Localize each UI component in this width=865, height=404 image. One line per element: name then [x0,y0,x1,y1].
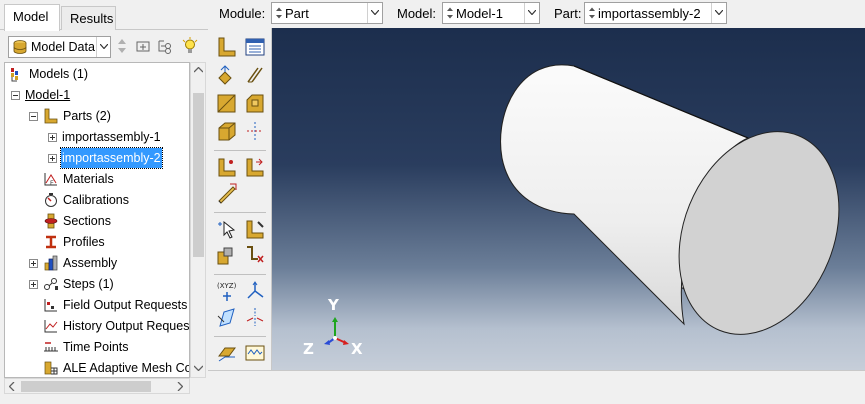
scroll-down-icon[interactable] [194,365,203,371]
spinner-icon[interactable] [588,6,596,20]
datum-plane-icon[interactable] [216,306,238,328]
ale-mesh-icon [44,361,58,375]
module-label: Module: [219,6,266,21]
expand-icon[interactable] [29,259,38,268]
tree-vertical-scrollbar[interactable] [190,62,206,378]
scroll-up-icon[interactable] [194,67,203,73]
virtual-topology-icon[interactable] [244,244,266,266]
expand-icon[interactable] [48,133,57,142]
palette-separator [214,274,266,275]
up-down-arrows-icon[interactable] [113,37,131,55]
shell-extrude-icon[interactable] [244,64,266,86]
expand-tree-icon[interactable] [156,37,174,55]
tree-tab-bar: Model Results [0,0,208,31]
set-manager-icon[interactable] [216,156,238,178]
wire-icon[interactable] [244,342,266,364]
calibrations-icon [45,193,57,207]
model-tree-panel: Model Results Model Data Models (1) Mode… [0,0,208,404]
module-select[interactable]: Part [271,2,383,24]
parts-icon [44,108,58,124]
tab-model[interactable]: Model [4,4,60,31]
create-part-icon[interactable] [216,36,238,58]
expand-icon[interactable] [29,280,38,289]
chevron-down-icon[interactable] [711,3,726,23]
tree-filter-value: Model Data [31,40,95,54]
filter-icon[interactable] [134,37,152,55]
materials-icon: E [44,173,57,187]
tree-filter-combo[interactable]: Model Data [8,36,111,58]
expand-icon[interactable] [48,154,57,163]
database-icon [13,40,27,54]
datum-point-icon[interactable]: (XYZ) [216,280,238,302]
chevron-down-icon[interactable] [367,3,382,23]
tab-results[interactable]: Results [61,6,116,30]
surface-manager-icon[interactable] [244,156,266,178]
triad-z-label: Z [303,340,314,358]
solid-extrude-icon[interactable] [216,64,238,86]
steps-icon [44,278,58,290]
tree-toolbar: Model Data [4,34,208,60]
part-label: Part: [554,6,582,21]
chevron-down-icon[interactable] [96,37,110,57]
cylinder-part-render: Y Z X [303,64,840,358]
scrollbar-thumb[interactable] [193,93,204,257]
blend-icon[interactable] [244,92,266,114]
scroll-right-icon[interactable] [177,382,183,391]
abaqus-cae-window: Model Results Model Data Models (1) Mode… [0,0,865,404]
partition-cell-icon[interactable] [216,120,238,142]
sections-icon [44,213,58,229]
profiles-icon [46,235,56,249]
part-manager-icon[interactable] [244,36,266,58]
palette-separator [214,150,266,151]
svg-text:(XYZ): (XYZ) [217,282,237,290]
repair-icon[interactable] [244,218,266,240]
model-tree: Models (1) Model-1 Parts (2) importassem… [4,62,190,378]
collapse-icon[interactable] [11,91,20,100]
collapse-icon[interactable] [29,112,38,121]
chevron-down-icon[interactable] [524,3,539,23]
triad-x-label: X [351,340,363,358]
attach-icon[interactable] [216,342,238,364]
scrollbar-thumb[interactable] [21,381,151,392]
palette-separator [214,336,266,337]
tree-horizontal-scrollbar[interactable] [4,378,190,394]
prompt-area [208,370,865,404]
query-icon[interactable] [216,218,238,240]
assembly-icon [44,255,58,271]
spinner-icon[interactable] [446,6,454,20]
triad-y-label: Y [327,296,340,314]
datum-csys-icon[interactable] [244,280,266,302]
history-output-icon [44,320,58,333]
lightbulb-icon[interactable] [181,37,199,55]
cut-extrude-icon[interactable] [216,92,238,114]
field-output-icon [44,299,57,312]
part-tool-palette: (XYZ) [208,28,272,370]
model-label: Model: [397,6,437,21]
svg-text:E: E [50,180,54,187]
context-bar: Module: Part Model: Model-1 Part: import… [208,0,865,28]
time-points-icon [44,342,58,352]
models-icon [11,68,18,82]
view-triad: Y Z X [303,296,363,358]
sketch-icon[interactable] [216,182,238,204]
spinner-icon[interactable] [275,6,283,20]
palette-separator [214,212,266,213]
graphics-viewport[interactable]: Y Z X [272,28,865,370]
part-select[interactable]: importassembly-2 [584,2,727,24]
scroll-left-icon[interactable] [9,382,15,391]
datum-axis-tool-icon[interactable] [244,306,266,328]
datum-axis-icon[interactable] [244,120,266,142]
model-select[interactable]: Model-1 [442,2,540,24]
geometry-edit-icon[interactable] [216,244,238,266]
